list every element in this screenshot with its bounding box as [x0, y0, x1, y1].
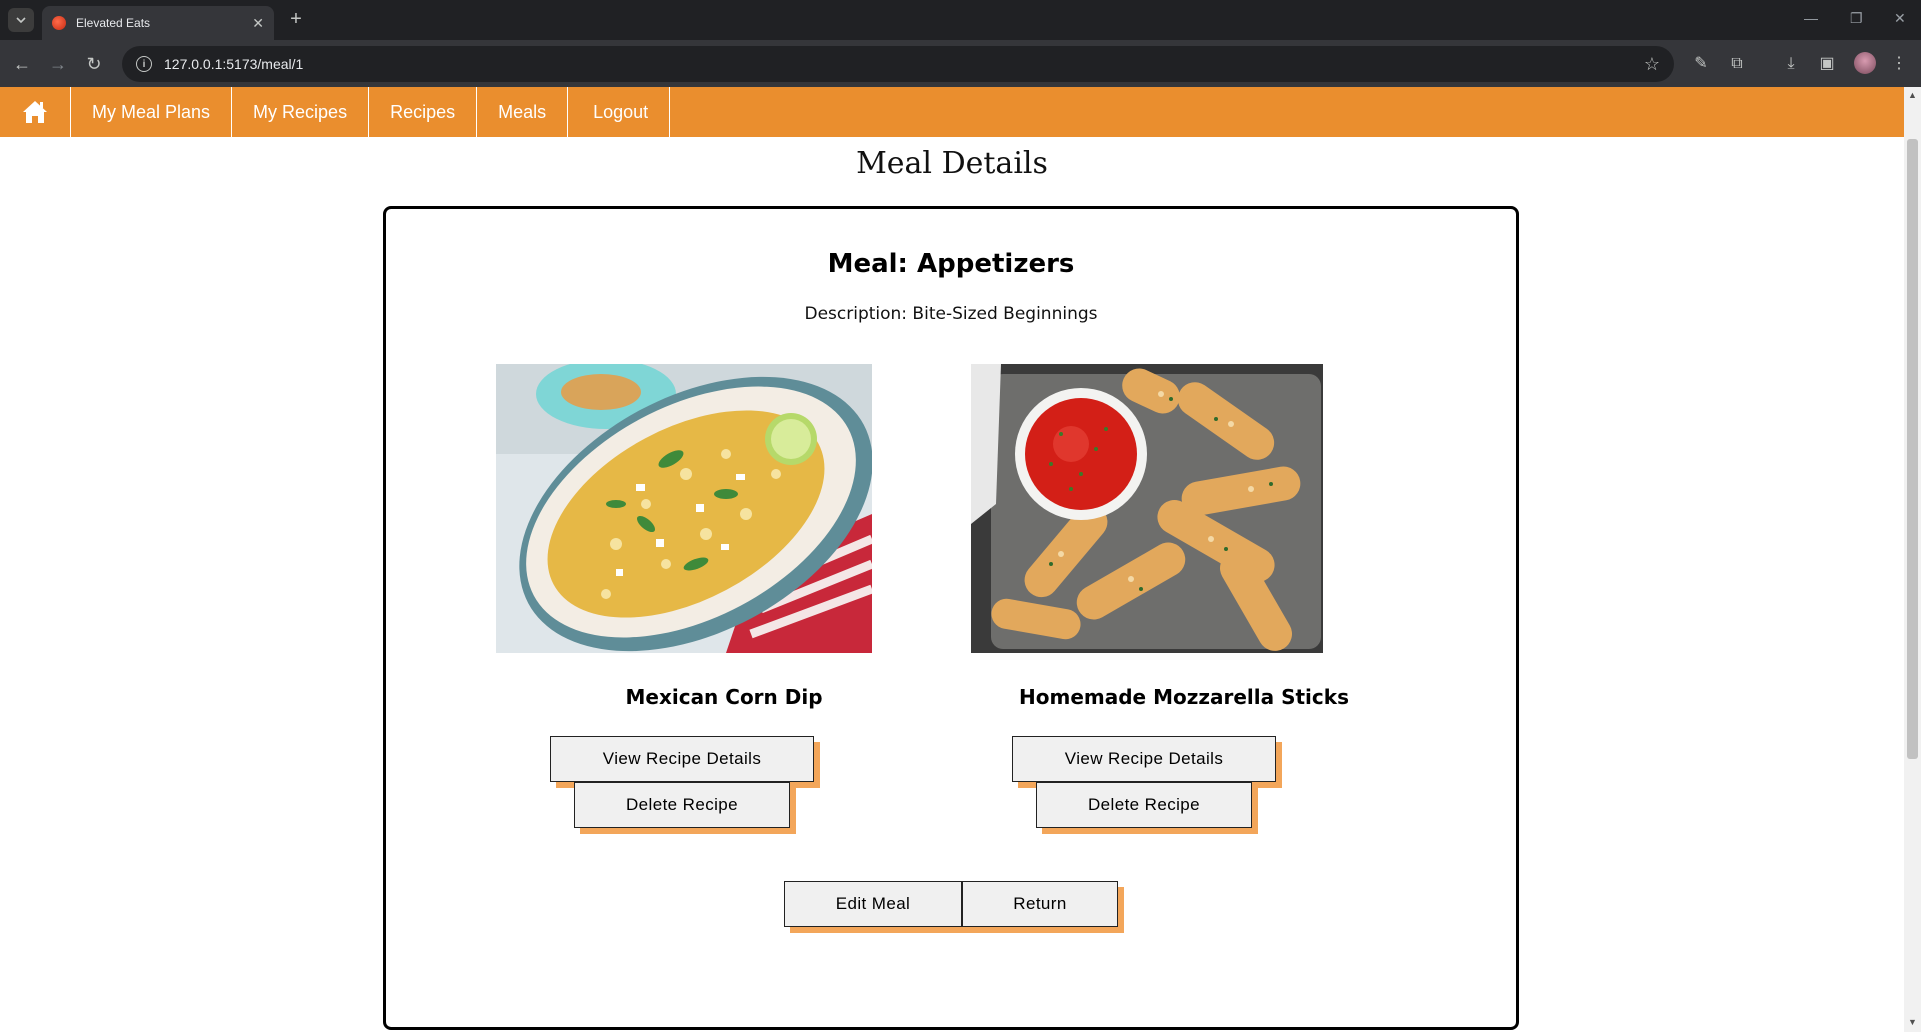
back-arrow-icon[interactable]: ←: [10, 52, 34, 76]
nav-meals[interactable]: Meals: [477, 87, 569, 137]
recipe-image-mozzarella-sticks: [971, 364, 1323, 653]
profile-avatar[interactable]: [1854, 52, 1876, 74]
site-nav-bar: My Meal Plans My Recipes Recipes Meals L…: [0, 87, 1904, 137]
address-bar[interactable]: i 127.0.0.1:5173/meal/1 ☆: [122, 46, 1674, 82]
minimize-icon[interactable]: —: [1804, 10, 1818, 26]
page-title: Meal Details: [856, 146, 1048, 181]
view-recipe-details-button[interactable]: View Recipe Details: [1012, 736, 1276, 782]
new-tab-button[interactable]: +: [284, 8, 308, 32]
tomato-favicon-icon: [52, 16, 66, 30]
meal-description: Description: Bite-Sized Beginnings: [804, 304, 1098, 324]
download-icon[interactable]: ⤓: [1780, 53, 1802, 75]
reload-icon[interactable]: ↻: [82, 52, 106, 76]
nav-logout[interactable]: Logout: [568, 87, 671, 137]
page-scrollbar[interactable]: ▲ ▼: [1904, 87, 1921, 1032]
delete-recipe-button[interactable]: Delete Recipe: [1036, 782, 1252, 828]
close-window-icon[interactable]: ✕: [1894, 10, 1906, 27]
extensions-puzzle-icon[interactable]: ⧉: [1726, 53, 1748, 75]
extension-pen-icon[interactable]: ✎: [1690, 53, 1712, 75]
bookmark-star-icon[interactable]: ☆: [1644, 54, 1660, 75]
home-icon: [23, 101, 47, 123]
scrollbar-thumb[interactable]: [1907, 139, 1918, 759]
nav-my-recipes[interactable]: My Recipes: [232, 87, 370, 137]
return-button[interactable]: Return: [962, 881, 1118, 927]
recipe-image-corn-dip: [496, 364, 872, 653]
forward-arrow-icon[interactable]: →: [46, 52, 70, 76]
close-tab-icon[interactable]: ✕: [252, 15, 264, 32]
chevron-down-icon: [16, 17, 26, 23]
nav-recipes[interactable]: Recipes: [369, 87, 478, 137]
tab-title: Elevated Eats: [76, 16, 151, 30]
home-nav-button[interactable]: [0, 87, 71, 137]
browser-tab-bar: Elevated Eats ✕ + — ❐ ✕: [0, 0, 1921, 40]
url-text[interactable]: 127.0.0.1:5173/meal/1: [164, 56, 1644, 72]
delete-recipe-button[interactable]: Delete Recipe: [574, 782, 790, 828]
nav-my-meal-plans[interactable]: My Meal Plans: [71, 87, 233, 137]
scroll-up-arrow-icon[interactable]: ▲: [1908, 90, 1917, 100]
meal-title: Meal: Appetizers: [827, 249, 1075, 279]
more-menu-icon[interactable]: ⋮: [1888, 53, 1910, 75]
scroll-down-arrow-icon[interactable]: ▼: [1908, 1017, 1917, 1027]
edit-meal-button[interactable]: Edit Meal: [784, 881, 962, 927]
tab-search-button[interactable]: [8, 8, 34, 32]
browser-toolbar: ← → ↻ i 127.0.0.1:5173/meal/1 ☆ ✎ ⧉ ⤓ ▣ …: [0, 40, 1921, 87]
view-recipe-details-button[interactable]: View Recipe Details: [550, 736, 814, 782]
site-info-icon[interactable]: i: [136, 56, 152, 72]
restore-icon[interactable]: ❐: [1850, 10, 1863, 27]
browser-tab[interactable]: Elevated Eats ✕: [42, 6, 274, 40]
meal-card: Meal: Appetizers Description: Bite-Sized…: [383, 206, 1519, 1030]
recipe-name: Mexican Corn Dip: [625, 685, 823, 709]
recipe-name: Homemade Mozzarella Sticks: [1019, 685, 1349, 709]
side-panel-icon[interactable]: ▣: [1816, 53, 1838, 75]
